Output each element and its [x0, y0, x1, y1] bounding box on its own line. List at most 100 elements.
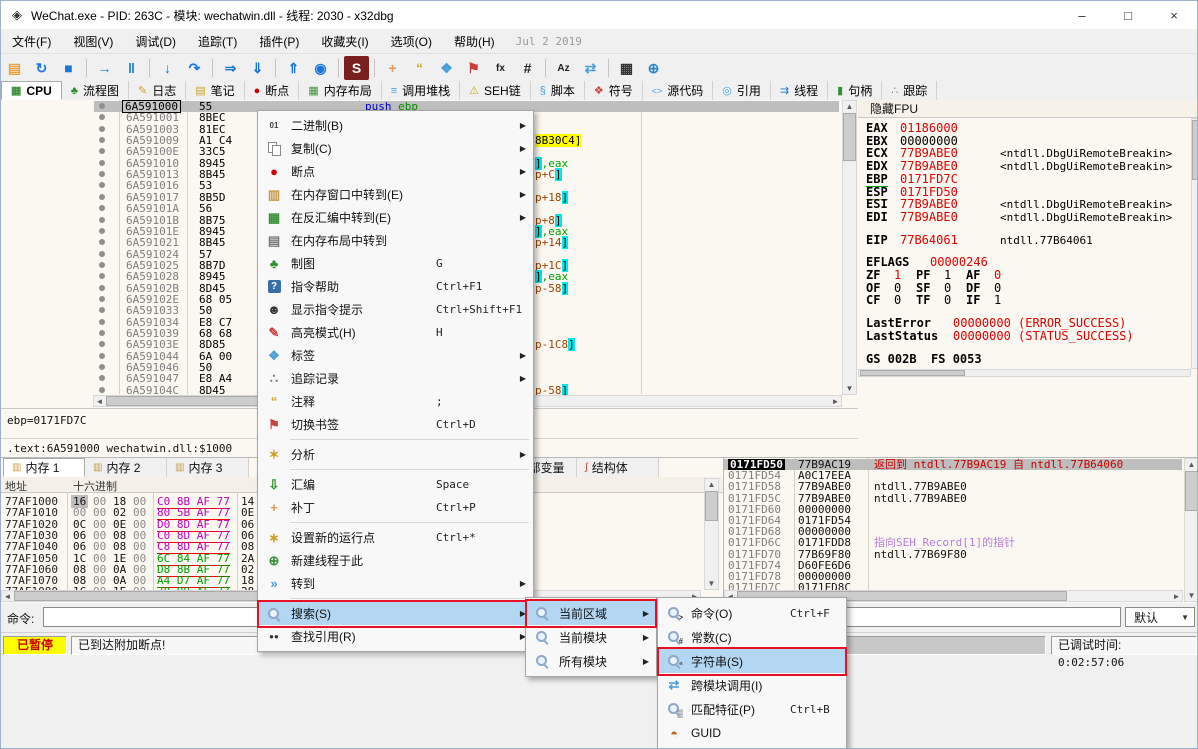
breakpoint-gutter-dot[interactable] — [99, 330, 105, 336]
breakpoint-gutter-dot[interactable] — [99, 296, 105, 302]
breakpoint-gutter-dot[interactable] — [99, 375, 105, 381]
tab-CPU[interactable]: ▦CPU — [1, 81, 62, 100]
tab-跟踪[interactable]: ∴跟踪 — [882, 81, 937, 100]
register-row[interactable]: CF0TF0IF1 — [858, 294, 1188, 307]
menu-item-补丁[interactable]: +补丁Ctrl+P — [258, 496, 533, 519]
menu-item-搜索(S)[interactable]: 搜索(S)▶ — [258, 602, 533, 625]
breakpoint-gutter-dot[interactable] — [99, 137, 105, 143]
menu-item-新建线程于此[interactable]: ⊕新建线程于此 — [258, 549, 533, 572]
breakpoint-gutter-dot[interactable] — [99, 205, 105, 211]
pause-icon[interactable]: ‖ — [119, 56, 144, 80]
step-out-icon[interactable]: ⇓ — [245, 56, 270, 80]
breakpoint-gutter-dot[interactable] — [99, 285, 105, 291]
breakpoint-gutter-dot[interactable] — [99, 228, 105, 234]
tab-内存布局[interactable]: ▦内存布局 — [299, 81, 381, 100]
tab-笔记[interactable]: ▤笔记 — [186, 81, 244, 100]
stack-value[interactable]: 0171FDD8 — [798, 537, 851, 548]
menu-item-制图[interactable]: ♣制图G — [258, 252, 533, 275]
breakpoint-gutter-dot[interactable] — [99, 171, 105, 177]
breakpoint-gutter-dot[interactable] — [99, 364, 105, 370]
stack-value[interactable]: 77B69F80 — [798, 549, 851, 560]
stack-address[interactable]: 0171FD58 — [728, 481, 781, 492]
menu-item-断点[interactable]: ●断点▶ — [258, 160, 533, 183]
dump-tab-内存 3[interactable]: ▥内存 3 — [167, 458, 249, 477]
step-into-icon[interactable]: ↓ — [155, 56, 180, 80]
menu-item-切换书签[interactable]: ⚑切换书签Ctrl+D — [258, 413, 533, 436]
stack-address[interactable]: 0171FD5C — [728, 493, 781, 504]
menubar-item-7[interactable]: 帮助(H) — [443, 29, 506, 54]
execute-till-return-icon[interactable]: ⇒ — [218, 56, 243, 80]
breakpoint-gutter-dot[interactable] — [99, 160, 105, 166]
menu-item-在反汇编中转到(E)[interactable]: ▦在反汇编中转到(E)▶ — [258, 206, 533, 229]
close-button[interactable]: × — [1151, 1, 1197, 29]
menubar-item-6[interactable]: 选项(O) — [380, 29, 443, 54]
run-icon[interactable]: → — [92, 56, 117, 80]
stack-panel[interactable]: 0171FD5077B9AC19返回到 ntdll.77B9AC19 自 ntd… — [723, 457, 1198, 603]
menu-item-常数(C)[interactable]: #常数(C) — [658, 625, 846, 649]
number-sign-icon[interactable]: # — [515, 56, 540, 80]
restart-icon[interactable]: ↻ — [29, 56, 54, 80]
menu-item-显示指令提示[interactable]: ☻显示指令提示Ctrl+Shift+F1 — [258, 298, 533, 321]
register-row[interactable]: ZF1PF1AF0 — [858, 269, 1188, 282]
dump-vertical-scrollbar-up-arrow[interactable]: ▲ — [707, 480, 716, 490]
label-icon[interactable]: ❖ — [434, 56, 459, 80]
tab-脚本[interactable]: §脚本 — [531, 81, 585, 100]
dump-tab-结构体[interactable]: ∫结构体 — [577, 458, 659, 477]
breakpoint-gutter-dot[interactable] — [99, 239, 105, 245]
menu-item-设置新的运行点[interactable]: ∗设置新的运行点Ctrl+* — [258, 526, 533, 549]
disasm-horizontal-scrollbar-right-arrow[interactable]: ► — [831, 397, 840, 407]
command-profile-select[interactable]: 默认 ▼ — [1125, 607, 1195, 627]
stack-value[interactable]: 77B9ABE0 — [798, 493, 851, 504]
tab-源代码[interactable]: <>源代码 — [643, 81, 714, 100]
menu-item-字符串(S)[interactable]: “字符串(S) — [658, 649, 846, 673]
registers-vertical-scrollbar-thumb[interactable] — [1192, 120, 1198, 180]
stack-vertical-scrollbar-up-arrow[interactable]: ▲ — [1187, 460, 1196, 470]
strings-icon[interactable]: Az — [551, 56, 576, 80]
menu-item-当前模块[interactable]: 当前模块▶ — [526, 625, 656, 649]
tab-断点[interactable]: ●断点 — [245, 81, 300, 100]
dump-vertical-scrollbar-down-arrow[interactable]: ▼ — [707, 579, 716, 589]
menubar-item-3[interactable]: 追踪(T) — [187, 29, 248, 54]
menu-item-分析[interactable]: ✶分析▶ — [258, 443, 533, 466]
menu-item-汇编[interactable]: ⇩汇编Space — [258, 473, 533, 496]
menubar-item-2[interactable]: 调试(D) — [124, 29, 187, 54]
menu-item-二进制(B)[interactable]: 01二进制(B)▶ — [258, 114, 533, 137]
disasm-vertical-scrollbar-thumb[interactable] — [843, 113, 856, 161]
disasm-vertical-scrollbar-down-arrow[interactable]: ▼ — [845, 384, 854, 394]
menu-item-标签[interactable]: ❖标签▶ — [258, 344, 533, 367]
breakpoint-gutter-dot[interactable] — [99, 114, 105, 120]
calls-icon[interactable]: ⇄ — [578, 56, 603, 80]
run-to-user-code-icon[interactable]: ⇑ — [281, 56, 306, 80]
stack-horizontal-scrollbar-right-arrow[interactable]: ► — [1172, 592, 1181, 602]
comment-icon[interactable]: “ — [407, 56, 432, 80]
register-row[interactable]: LastStatus00000000 (STATUS_SUCCESS) — [858, 330, 1188, 343]
menu-item-指令帮助[interactable]: ?指令帮助Ctrl+F1 — [258, 275, 533, 298]
menubar-item-1[interactable]: 视图(V) — [62, 29, 124, 54]
maximize-button[interactable]: □ — [1105, 1, 1151, 29]
bookmark-icon[interactable]: ⚑ — [461, 56, 486, 80]
disasm-vertical-scrollbar-up-arrow[interactable]: ▲ — [845, 102, 854, 112]
stack-vertical-scrollbar-thumb[interactable] — [1185, 471, 1198, 511]
breakpoint-gutter-dot[interactable] — [99, 387, 105, 393]
calculator-icon[interactable]: ▦ — [614, 56, 639, 80]
register-row[interactable]: EBP0171FD7C — [858, 173, 1188, 186]
step-over-icon[interactable]: ↷ — [182, 56, 207, 80]
menu-item-匹配特征(P)[interactable]: ▒匹配特征(P)Ctrl+B — [658, 697, 846, 721]
tab-引用[interactable]: ◎引用 — [713, 81, 771, 100]
menubar-item-5[interactable]: 收藏夹(I) — [310, 29, 379, 54]
menu-item-转到[interactable]: »转到▶ — [258, 572, 533, 595]
register-row[interactable]: EDI77B9ABE0<ntdll.DbgUiRemoteBreakin> — [858, 211, 1188, 224]
tab-日志[interactable]: ✎日志 — [129, 81, 186, 100]
breakpoint-gutter-dot[interactable] — [99, 319, 105, 325]
menu-item-当前区域[interactable]: 当前区域▶ — [526, 601, 656, 625]
hide-fpu-toggle[interactable]: 隐藏FPU — [858, 100, 1198, 118]
dump-horizontal-scrollbar-left-arrow[interactable]: ◄ — [3, 592, 12, 602]
menu-item-在内存布局中转到[interactable]: ▤在内存布局中转到 — [258, 229, 533, 252]
stack-address[interactable]: 0171FD70 — [728, 549, 781, 560]
dump-vertical-scrollbar-thumb[interactable] — [705, 491, 718, 521]
breakpoint-gutter-dot[interactable] — [99, 341, 105, 347]
minimize-button[interactable]: – — [1059, 1, 1105, 29]
breakpoint-gutter-dot[interactable] — [99, 126, 105, 132]
menu-item-高亮模式(H)[interactable]: ✎高亮模式(H)H — [258, 321, 533, 344]
dump-tab-内存 2[interactable]: ▥内存 2 — [85, 458, 167, 477]
